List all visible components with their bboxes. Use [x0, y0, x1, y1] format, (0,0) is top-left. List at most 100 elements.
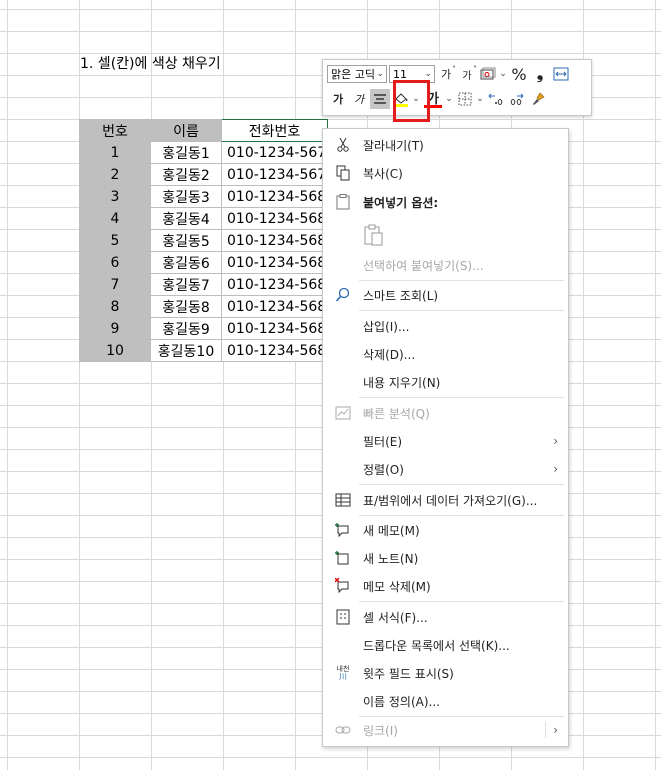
format-cells-icon: [335, 609, 351, 625]
cell-number[interactable]: 10: [79, 339, 151, 362]
link-icon: [335, 722, 351, 738]
menu-item-copy[interactable]: 복사(C): [323, 160, 568, 186]
menu-separator: [359, 601, 564, 602]
cell-phone[interactable]: 010-1234-568: [221, 251, 328, 274]
menu-item-link[interactable]: 링크(I) ›: [323, 717, 568, 743]
table-row: 1 홍길동1 010-1234-567: [79, 141, 328, 164]
format-painter-button[interactable]: [528, 89, 548, 109]
menu-item-phonetic[interactable]: 내천 川 윗주 필드 표시(S): [323, 660, 568, 686]
paste-option-button[interactable]: [323, 220, 568, 250]
paste-option-icon: [363, 224, 385, 246]
percent-button[interactable]: %: [509, 64, 529, 84]
menu-item-label: 새 메모(M): [363, 523, 420, 538]
menu-item-smart-lookup[interactable]: 스마트 조회(L): [323, 282, 568, 308]
font-size-value: 11: [393, 67, 407, 81]
menu-item-get-data[interactable]: 표/범위에서 데이터 가져오기(G)...: [323, 487, 568, 513]
menu-item-label: 표/범위에서 데이터 가져오기(G)...: [363, 493, 538, 508]
new-note-icon: [335, 550, 351, 566]
merge-center-button[interactable]: [551, 64, 571, 84]
header-name[interactable]: 이름: [150, 119, 222, 142]
menu-item-paste-special[interactable]: 선택하여 붙여넣기(S)...: [323, 252, 568, 278]
cell-phone[interactable]: 010-1234-567: [221, 163, 328, 186]
menu-item-format-cells[interactable]: 셀 서식(F)...: [323, 604, 568, 630]
grow-font-button[interactable]: 가 ˄: [436, 64, 456, 84]
menu-item-sort[interactable]: 정렬(O) ›: [323, 456, 568, 482]
caret-down-icon: ˅: [473, 65, 477, 74]
cell-number[interactable]: 6: [79, 251, 151, 274]
cell-name[interactable]: 홍길동8: [150, 295, 222, 318]
cell-phone[interactable]: 010-1234-568: [221, 207, 328, 230]
menu-item-pick-from-list[interactable]: 드롭다운 목록에서 선택(K)...: [323, 632, 568, 658]
chevron-down-icon[interactable]: ⌄: [475, 94, 485, 104]
menu-item-label: 이름 정의(A)...: [363, 694, 440, 709]
cell-phone[interactable]: 010-1234-568: [221, 295, 328, 318]
cell-name[interactable]: 홍길동6: [150, 251, 222, 274]
cell-number[interactable]: 5: [79, 229, 151, 252]
menu-item-label: 내용 지우기(N): [363, 375, 441, 390]
caret-up-icon: ˄: [452, 65, 456, 74]
menu-item-cut[interactable]: 잘라내기(T): [323, 132, 568, 158]
cell-number[interactable]: 3: [79, 185, 151, 208]
bold-button[interactable]: 가: [328, 89, 348, 109]
cell-name[interactable]: 홍길동4: [150, 207, 222, 230]
bold-label: 가: [332, 93, 344, 106]
italic-label: 가: [353, 93, 365, 106]
table-row: 6 홍길동6 010-1234-568: [79, 251, 328, 274]
menu-separator: [359, 397, 564, 398]
menu-item-insert[interactable]: 삽입(I)...: [323, 313, 568, 339]
menu-item-paste-options: 붙여넣기 옵션:: [323, 189, 568, 215]
borders-button[interactable]: [455, 89, 475, 109]
cell-number[interactable]: 9: [79, 317, 151, 340]
cell-phone[interactable]: 010-1234-568: [221, 317, 328, 340]
cell-number[interactable]: 7: [79, 273, 151, 296]
cell-number[interactable]: 4: [79, 207, 151, 230]
cell-name[interactable]: 홍길동10: [150, 339, 222, 362]
cell-name[interactable]: 홍길동5: [150, 229, 222, 252]
cell-phone[interactable]: 010-1234-567: [221, 141, 328, 164]
menu-item-new-comment[interactable]: 새 메모(M): [323, 517, 568, 543]
header-number[interactable]: 번호: [79, 119, 151, 142]
chevron-down-icon[interactable]: ⌄: [498, 69, 508, 79]
table-row: 4 홍길동4 010-1234-568: [79, 207, 328, 230]
font-name-box[interactable]: 맑은 고딕 ⌄: [327, 65, 387, 83]
mini-toolbar: 맑은 고딕 ⌄ 11 ⌄ 가 ˄ 가 ˅ ⌄ % ❟ 가 가 ⌄ 가 ⌄ ⌄: [322, 59, 592, 116]
italic-button[interactable]: 가: [349, 89, 369, 109]
menu-item-define-name[interactable]: 이름 정의(A)...: [323, 688, 568, 714]
menu-item-delete[interactable]: 삭제(D)...: [323, 341, 568, 367]
accounting-format-button[interactable]: [478, 64, 498, 84]
comma-label: ❟: [536, 64, 544, 83]
menu-item-label: 드롭다운 목록에서 선택(K)...: [363, 638, 510, 653]
menu-item-quick-analysis[interactable]: 빠른 분석(Q): [323, 400, 568, 426]
shrink-font-button[interactable]: 가 ˅: [457, 64, 477, 84]
decrease-decimal-button[interactable]: [507, 89, 527, 109]
table-row: 9 홍길동9 010-1234-568: [79, 317, 328, 340]
shrink-font-label: 가: [462, 70, 472, 82]
cell-number[interactable]: 2: [79, 163, 151, 186]
menu-item-delete-comment[interactable]: 메모 삭제(M): [323, 573, 568, 599]
menu-item-clear-contents[interactable]: 내용 지우기(N): [323, 369, 568, 395]
menu-separator: [359, 484, 564, 485]
menu-item-label: 스마트 조회(L): [363, 288, 439, 303]
menu-item-new-note[interactable]: 새 노트(N): [323, 545, 568, 571]
cell-name[interactable]: 홍길동9: [150, 317, 222, 340]
cell-phone[interactable]: 010-1234-568: [221, 185, 328, 208]
menu-item-label: 붙여넣기 옵션:: [363, 195, 439, 210]
align-center-button[interactable]: [370, 89, 390, 109]
phonetic-glyph: 川: [339, 672, 347, 681]
chevron-down-icon[interactable]: ⌄: [444, 94, 454, 104]
cell-name[interactable]: 홍길동7: [150, 273, 222, 296]
cell-name[interactable]: 홍길동2: [150, 163, 222, 186]
new-comment-icon: [335, 522, 351, 538]
cell-number[interactable]: 8: [79, 295, 151, 318]
cell-phone[interactable]: 010-1234-568: [221, 273, 328, 296]
increase-decimal-button[interactable]: [486, 89, 506, 109]
quick-analysis-icon: [335, 405, 351, 421]
cell-number[interactable]: 1: [79, 141, 151, 164]
cell-name[interactable]: 홍길동3: [150, 185, 222, 208]
header-phone[interactable]: 전화번호: [221, 119, 328, 142]
cell-phone[interactable]: 010-1234-568: [221, 229, 328, 252]
cell-phone[interactable]: 010-1234-568: [221, 339, 328, 362]
cell-name[interactable]: 홍길동1: [150, 141, 222, 164]
comma-button[interactable]: ❟: [530, 64, 550, 84]
menu-item-filter[interactable]: 필터(E) ›: [323, 428, 568, 454]
